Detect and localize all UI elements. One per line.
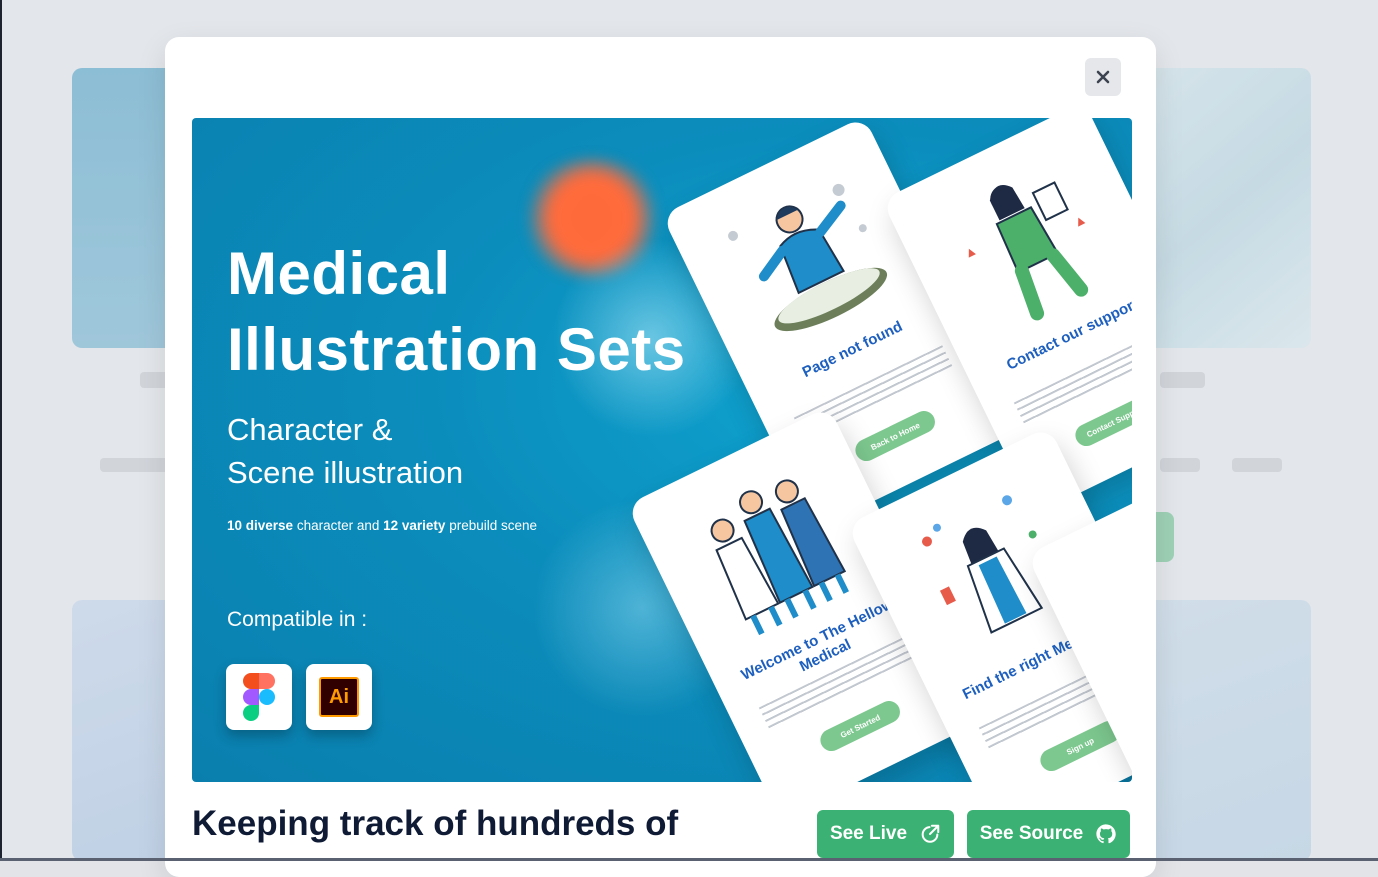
preview-title-line: Medical	[227, 240, 451, 307]
see-live-button[interactable]: See Live	[817, 810, 954, 858]
project-preview-image: Medical Illustration Sets Character & Sc…	[192, 118, 1132, 782]
github-icon	[1096, 824, 1116, 844]
figma-tile	[226, 664, 292, 730]
preview-subtitle: Character & Scene illustration	[227, 408, 463, 494]
close-icon	[1096, 70, 1110, 84]
preview-title: Medical Illustration Sets	[227, 236, 686, 388]
desc-count: 10 diverse	[227, 518, 294, 533]
figma-logo-icon	[243, 673, 275, 721]
preview-subtitle-line: Character &	[227, 412, 393, 447]
compatible-label: Compatible in :	[227, 608, 368, 631]
desc-text: character and	[293, 518, 384, 533]
window-edge	[0, 0, 2, 861]
see-source-button[interactable]: See Source	[967, 810, 1130, 858]
see-live-label: See Live	[829, 823, 908, 844]
illustrator-tile: Ai	[306, 664, 372, 730]
external-link-icon	[921, 824, 940, 843]
desc-count: 12 variety	[383, 518, 446, 533]
preview-subtitle-line: Scene illustration	[227, 455, 464, 490]
phone-button: Back to Home	[851, 407, 939, 465]
illustrator-logo-icon: Ai	[319, 677, 359, 717]
close-button[interactable]	[1085, 58, 1121, 96]
preview-title-line: Illustration Sets	[227, 316, 686, 383]
project-headline: Keeping track of hundreds of	[192, 804, 679, 843]
phone-button: Contact Support	[1071, 392, 1132, 450]
see-source-label: See Source	[979, 823, 1084, 844]
preview-description: 10 diverse character and 12 variety preb…	[227, 518, 537, 533]
project-modal: Medical Illustration Sets Character & Sc…	[165, 37, 1156, 877]
phone-button: Get Started	[816, 697, 904, 755]
desc-text: prebuild scene	[445, 518, 537, 533]
